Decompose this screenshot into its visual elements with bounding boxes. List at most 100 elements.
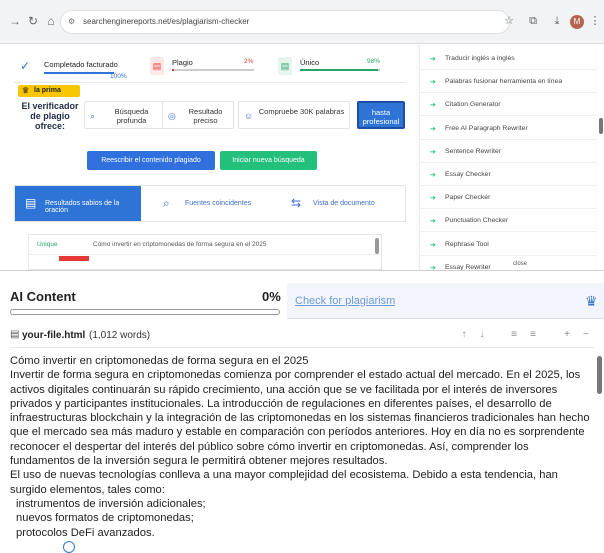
zoom-out-icon[interactable]: − [580,329,592,340]
align-right-icon[interactable]: ≡ [527,329,539,340]
unique-doc-icon: ▤ [278,57,292,75]
arrow-right-icon: ➔ [430,56,436,63]
tool-link[interactable]: ➔ Essay Rewriter [420,257,597,270]
check-icon: ✓ [20,59,31,73]
arrow-right-icon: ➔ [430,172,436,179]
tool-label: Essay Checker [445,171,491,178]
crown-badge-icon: ♛ [22,86,30,95]
word-count: (1,012 words) [89,330,151,341]
loading-circle-icon [63,541,75,553]
crown-icon[interactable]: ♛ [585,293,598,310]
divider [420,231,597,233]
divider [10,347,594,348]
arrow-right-icon: ➔ [430,218,436,226]
plan-precise-result[interactable]: ◎ Resultado preciso [162,101,234,129]
search-doc-icon: ⌕ [163,196,170,210]
content-paragraph: El uso de nuevas tecnologías conlleva a … [10,469,558,496]
arrow-right-icon: ➔ [430,102,436,110]
divider [420,115,597,117]
tool-label: Punctuation Checker [445,217,509,225]
sentence-results-table: Unique Cómo invertir en criptomonedas de… [28,234,382,270]
stat-unique-bar-fill [300,69,379,71]
tool-link[interactable]: ➔ Free AI Paragraph Rewriter [420,118,597,140]
tab-document-view[interactable]: ⇆ Vista de documento [287,186,405,221]
tool-link[interactable]: ➔ Sentence Rewriter [420,141,597,163]
new-search-button[interactable]: Iniciar nueva búsqueda [220,151,317,170]
premium-badge-label: la prima [34,87,61,94]
file-icon: ▤ [10,329,20,340]
url-text: searchenginereports.net/es/plagiarism-ch… [83,17,250,26]
divider [420,69,597,70]
bookmark-star-icon[interactable]: ☆ [502,14,516,28]
close-label[interactable]: close [513,261,527,267]
divider [420,185,597,186]
arrow-right-icon: ➔ [430,79,436,87]
tool-link[interactable]: ➔ Paper Checker [420,187,597,210]
stat-completed-pct: 100% [110,73,127,80]
address-bar[interactable]: ⚙ searchenginereports.net/es/plagiarism-… [60,10,510,34]
document-icon: ▤ [25,196,37,210]
check-plagiarism-tab[interactable]: Check for plagiarism ♛ [287,283,604,319]
result-tabs: ▤ Resultados sabios de la oración ⌕ Fuen… [14,185,406,222]
page-scrollbar[interactable] [599,118,603,134]
plan-30k-words[interactable]: ☺ Compruebe 30K palabras [238,101,350,129]
tool-link[interactable]: ➔ Traducir inglés a inglés [420,48,597,70]
rewrite-plagiarized-button[interactable]: Reescribir el contenido plagiado [87,151,215,170]
stat-completed: ✓ Completado facturado 100% [14,50,132,84]
document-content[interactable]: Cómo invertir en criptomonedas de forma … [10,354,594,540]
extensions-icon[interactable]: ⧉ [526,14,540,28]
reload-icon[interactable]: ↻ [26,14,40,28]
tool-label: Rephrase Tool [445,240,489,248]
site-info-icon[interactable]: ⚙ [68,17,75,26]
tool-link[interactable]: ➔ Rephrase Tool [420,234,597,256]
plan-label: Búsqueda profunda [114,107,149,125]
web-page: ✓ Completado facturado 100% ▤ Plagio 2% … [0,44,604,270]
plan-label: hasta profesional [362,108,400,126]
stat-unique-pct: 98% [367,58,381,65]
plan-label: Compruebe 30K palabras [258,107,345,116]
home-icon[interactable]: ⌂ [44,14,58,28]
tool-label: Paper Checker [445,194,491,202]
forward-icon[interactable]: → [8,14,22,28]
stat-completed-label: Completado facturado [44,60,118,69]
divider [420,208,597,210]
ai-content-panel: AI Content 0% Check for plagiarism ♛ ▤ y… [0,270,604,553]
tool-label: Free AI Paragraph Rewriter [445,124,528,132]
stat-unique: ▤ Único 98% [276,50,384,84]
tool-link[interactable]: ➔ Citation Generator [420,94,597,117]
content-scrollbar[interactable] [597,356,602,394]
download-icon[interactable]: ⤓ [550,14,564,28]
plagiarism-doc-icon: ▤ [150,57,164,75]
divider [420,92,597,94]
tool-link[interactable]: ➔ Punctuation Checker [420,210,597,233]
stat-plagiarism-bar-fill [172,69,174,71]
tool-link[interactable]: ➔ Palabras fusionar herramienta en línea [420,71,597,94]
align-left-icon[interactable]: ≡ [508,329,520,340]
divider [420,161,597,163]
divider [420,254,597,256]
menu-dots-icon[interactable]: ⋮ [588,14,602,28]
plagiarized-marker [59,256,89,261]
arrow-up-icon[interactable]: ↑ [458,329,470,340]
tab-matching-sources[interactable]: ⌕ Fuentes coincidentes [155,186,281,221]
zoom-in-icon[interactable]: + [561,329,573,340]
checker-results-pane: ✓ Completado facturado 100% ▤ Plagio 2% … [0,44,412,270]
tool-label: Traducir inglés a inglés [445,55,515,62]
tab-label: Resultados sabios de la oración [45,200,120,214]
check-plagiarism-link[interactable]: Check for plagiarism [295,295,395,307]
table-scrollbar[interactable] [375,238,379,254]
premium-badge: ♛ la prima [18,85,80,97]
stat-plagiarism-bar [172,69,254,71]
arrow-right-icon: ➔ [430,241,436,249]
table-row[interactable]: Unique Cómo invertir en criptomonedas de… [29,235,381,255]
arrow-down-icon[interactable]: ↓ [476,329,488,340]
plan-deep-search[interactable]: ⌕ Búsqueda profunda [84,101,164,129]
profile-avatar[interactable]: M [570,15,584,29]
file-toolbar: ▤ your-file.html (1,012 words) ↑ ↓ ≡ ≡ +… [0,326,604,346]
stat-completed-bar [44,72,114,74]
ai-content-progress-bar [10,309,280,315]
tab-sentence-results[interactable]: ▤ Resultados sabios de la oración [15,186,141,221]
tool-link[interactable]: ➔ Essay Checker [420,164,597,186]
arrow-right-icon: ➔ [430,125,436,133]
plan-professional[interactable]: hasta profesional [357,101,405,129]
